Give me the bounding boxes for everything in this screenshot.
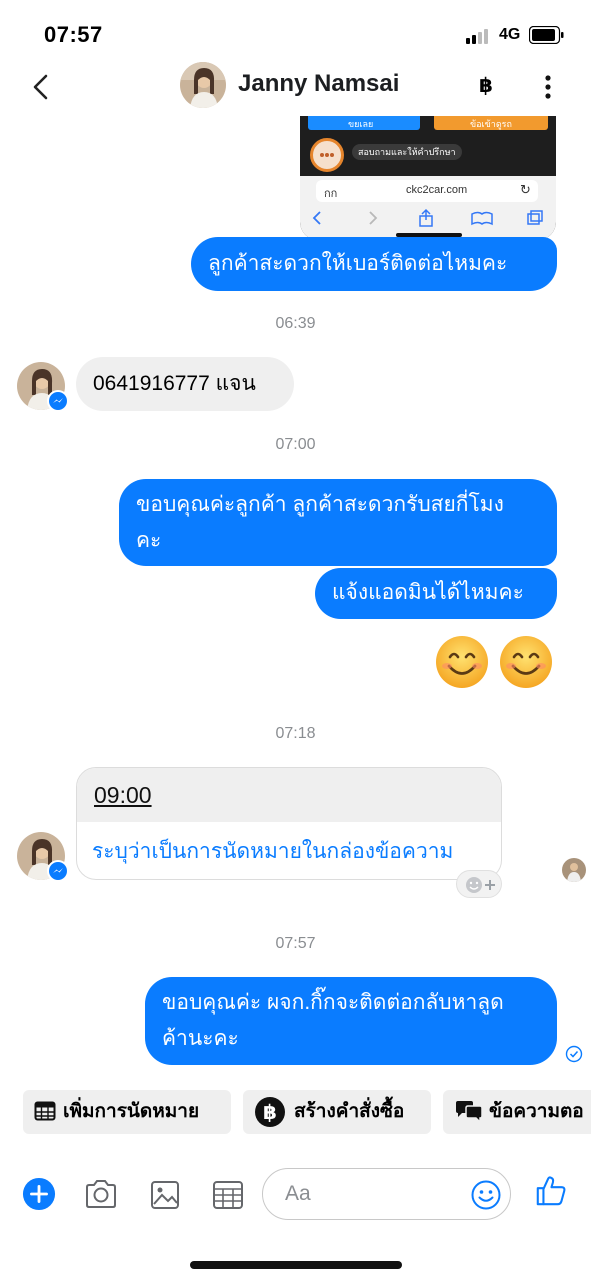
message-text: 0641916777 แจน [93,372,256,395]
baht-circle-icon: ฿ [255,1097,285,1127]
battery-icon [529,26,564,44]
shared-image[interactable]: ขยเลย ข้อเข้าดูรถ สอบถามและให้คำปรึกษา ก… [300,116,556,240]
create-order-chip[interactable]: ฿ สร้างคำสั่งซื้อ [243,1090,431,1134]
timestamp: 06:39 [275,315,316,332]
add-appointment-chip[interactable]: เพิ่มการนัดหมาย [23,1090,231,1134]
message-text: ขอบคุณค่ะลูกค้า ลูกค้าสะดวกรับสยกี่โมง [136,493,504,516]
message-input-field[interactable] [262,1168,511,1220]
smiling-emoji-icon[interactable] [435,635,489,689]
messenger-badge-icon [47,860,69,882]
message-text: ค้านะคะ [162,1027,239,1050]
message-text: ขอบคุณค่ะ ผจก.กิ๊กจะติดต่อกลับหาลูด [162,991,504,1014]
emoji-icon[interactable] [470,1179,502,1211]
message-input[interactable] [285,1179,465,1209]
message-text: คะ [136,529,162,552]
like-icon[interactable] [533,1174,569,1208]
network-label: 4G [499,26,521,43]
camera-icon[interactable] [83,1178,119,1212]
preview-banner: สอบถามและให้คำปรึกษา [352,144,462,160]
baht-icon[interactable]: ฿ [474,72,498,100]
home-indicator [190,1261,402,1269]
message-bubble-outgoing[interactable]: ขอบคุณค่ะ ผจก.กิ๊กจะติดต่อกลับหาลูด ค้าน… [145,977,557,1065]
message-bubble-outgoing[interactable]: แจ้งแอดมินได้ไหมคะ [315,568,557,619]
preview-reload-icon: ↻ [520,182,531,197]
appointment-card[interactable]: 09:00 ระบุว่าเป็นการนัดหมายในกล่องข้อควา… [76,767,502,880]
quick-actions-bar: เพิ่มการนัดหมาย ฿ สร้างคำสั่งซื้อ ข้อควา… [0,1090,591,1136]
more-vertical-icon[interactable] [536,72,560,102]
message-composer [0,1160,591,1230]
sent-check-icon [565,1045,583,1063]
back-chevron-icon[interactable] [26,70,56,104]
contact-name[interactable]: Janny Namsai [238,70,399,98]
message-bubble-incoming[interactable]: 0641916777 แจน [76,357,294,411]
message-text: ลูกค้าสะดวกให้เบอร์ติดต่อไหมคะ [208,252,508,275]
message-bubble-outgoing[interactable]: ลูกค้าสะดวกให้เบอร์ติดต่อไหมคะ [191,237,557,291]
timestamp: 07:18 [275,725,316,742]
calendar-icon [34,1101,56,1121]
preview-url-box: กก ckc2car.com ↻ [316,180,538,202]
calendar-icon[interactable] [210,1178,246,1212]
preview-toolbar-icons [312,208,543,227]
image-icon[interactable] [147,1178,183,1212]
plus-icon[interactable] [21,1177,57,1211]
saved-replies-chip[interactable]: ข้อความตอ [443,1090,591,1134]
seen-avatar [562,858,586,882]
signal-icon [466,28,492,44]
preview-left-button: ขยเลย [308,116,420,130]
timestamp: 07:57 [275,935,316,952]
add-reaction-button[interactable] [456,870,502,898]
status-bar: 07:57 4G [0,0,591,60]
smiling-emoji-icon[interactable] [499,635,553,689]
preview-browser-bar: กก ckc2car.com ↻ [300,176,556,240]
contact-avatar[interactable] [180,62,226,108]
chat-bubbles-icon [456,1101,483,1124]
chat-header: Janny Namsai ฿ [0,60,591,114]
preview-chat-icon [310,138,344,172]
svg-text:฿: ฿ [263,1100,277,1124]
timestamp: 07:00 [275,436,316,453]
appointment-link[interactable]: ระบุว่าเป็นการนัดหมายในกล่องข้อความ [77,822,501,868]
message-bubble-outgoing[interactable]: ขอบคุณค่ะลูกค้า ลูกค้าสะดวกรับสยกี่โมง ค… [119,479,557,566]
preview-right-button: ข้อเข้าดูรถ [434,116,548,130]
status-time: 07:57 [44,22,103,47]
contact-avatar-small[interactable] [17,832,69,882]
messenger-badge-icon [47,390,69,412]
appointment-time[interactable]: 09:00 [77,768,501,822]
contact-avatar-small[interactable] [17,362,69,412]
message-text: แจ้งแอดมินได้ไหมคะ [332,581,524,604]
